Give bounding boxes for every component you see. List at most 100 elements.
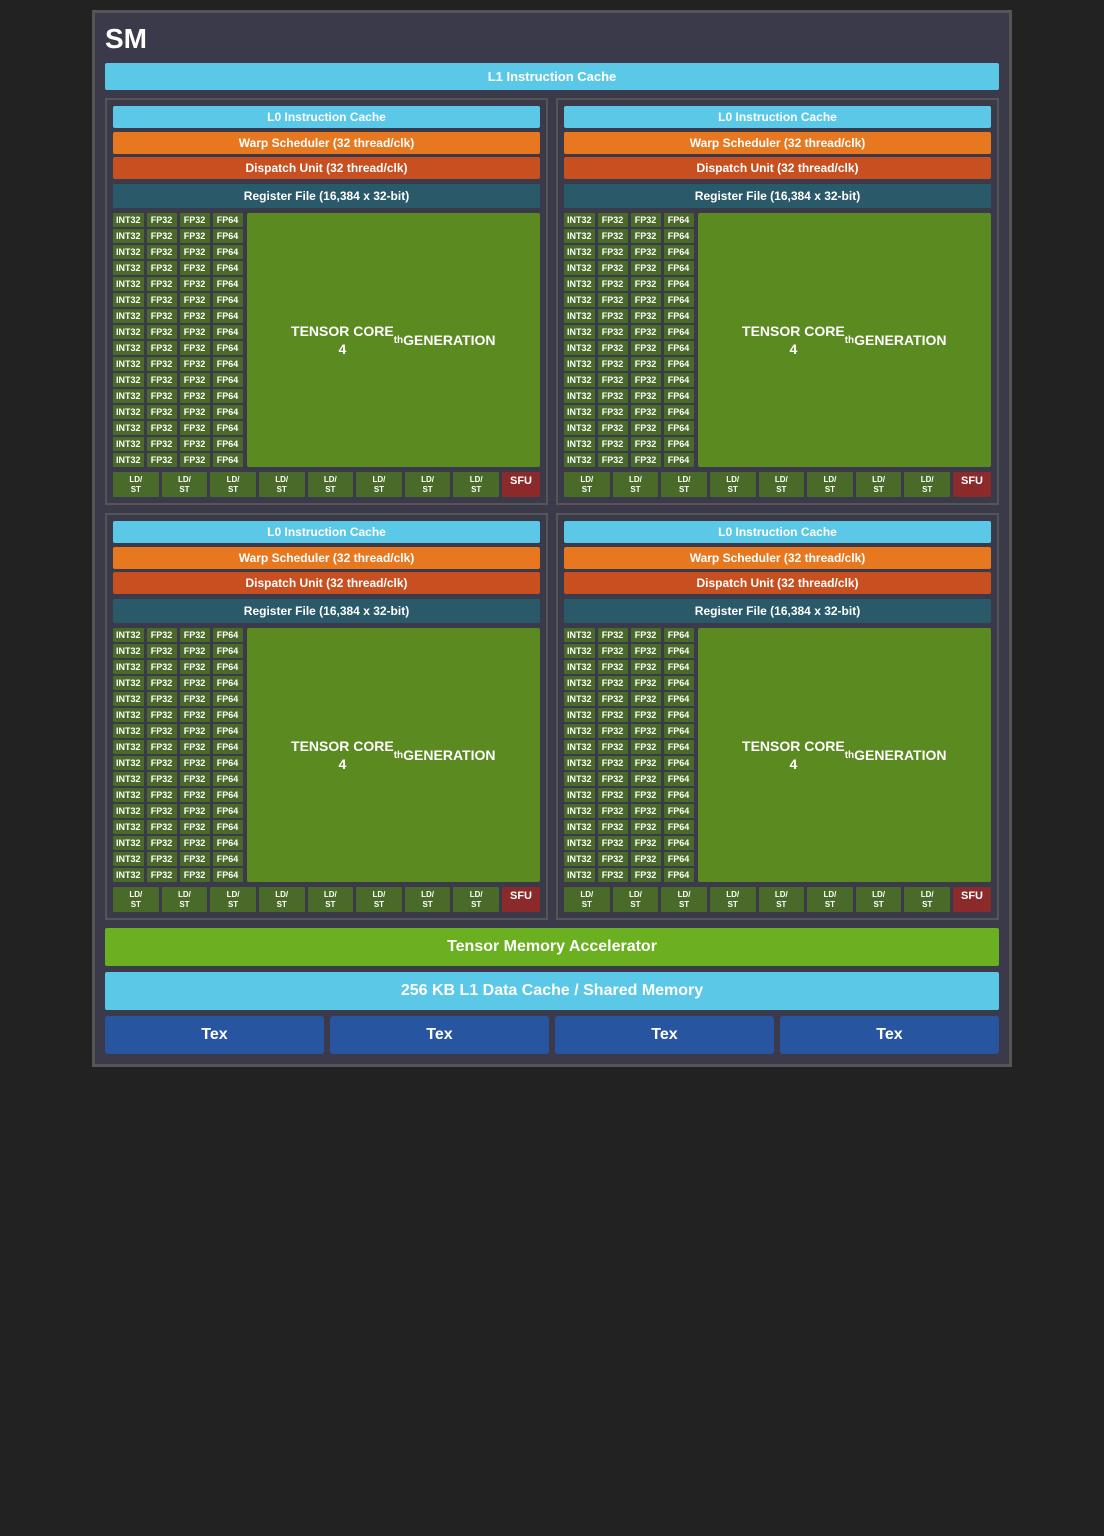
sm-title: SM xyxy=(105,23,999,55)
alu-cell: FP64 xyxy=(213,453,243,467)
alu-cell: FP32 xyxy=(147,261,177,275)
warp-scheduler-1: Warp Scheduler (32 thread/clk) xyxy=(113,132,540,154)
int32-col-1: INT32 INT32 INT32 INT32 INT32 INT32 INT32 INT32… xyxy=(113,213,144,467)
alu-cell: FP64 xyxy=(213,261,243,275)
dispatch-unit-1: Dispatch Unit (32 thread/clk) xyxy=(113,157,540,179)
alu-cell: FP32 xyxy=(147,389,177,403)
alu-cell: FP32 xyxy=(180,293,210,307)
alu-cell: FP32 xyxy=(180,389,210,403)
ldst-sfu-row-2: LD/ST LD/ST LD/ST LD/ST LD/ST LD/ST LD/S… xyxy=(564,472,991,497)
alu-cell: INT32 xyxy=(113,357,144,371)
fp32b-col-1: FP32 FP32 FP32 FP32 FP32 FP32 FP32 FP32 FP32 FP32… xyxy=(180,213,210,467)
sfu-cell-2: SFU xyxy=(953,472,991,497)
alu-cell: FP32 xyxy=(180,261,210,275)
tensor-core-2: TENSOR CORE4th GENERATION xyxy=(698,213,991,467)
dispatch-unit-2: Dispatch Unit (32 thread/clk) xyxy=(564,157,991,179)
ldst-cell: LD/ST xyxy=(405,472,451,497)
ldst-cell: LD/ST xyxy=(113,472,159,497)
sub-unit-2: L0 Instruction Cache Warp Scheduler (32 … xyxy=(556,98,999,505)
alu-cell: FP64 xyxy=(213,373,243,387)
alu-cell: FP64 xyxy=(213,341,243,355)
alu-cell: FP32 xyxy=(180,357,210,371)
alu-cell: FP32 xyxy=(147,325,177,339)
sub-unit-1: L0 Instruction Cache Warp Scheduler (32 … xyxy=(105,98,548,505)
alu-cell: FP32 xyxy=(180,277,210,291)
tex-cell-1: Tex xyxy=(105,1016,324,1054)
fp32a-col-1: FP32 FP32 FP32 FP32 FP32 FP32 FP32 FP32 FP32 FP32… xyxy=(147,213,177,467)
alu-cell: FP32 xyxy=(180,421,210,435)
alu-cell: FP32 xyxy=(180,405,210,419)
sm-container: SM L1 Instruction Cache L0 Instruction C… xyxy=(92,10,1012,1067)
l0-cache-3: L0 Instruction Cache xyxy=(113,521,540,543)
alu-cell: FP64 xyxy=(213,357,243,371)
alu-cell: FP32 xyxy=(180,437,210,451)
alu-cell: INT32 xyxy=(113,453,144,467)
alu-cell: FP32 xyxy=(147,245,177,259)
alu-cell: INT32 xyxy=(113,245,144,259)
alu-cell: FP64 xyxy=(213,213,243,227)
warp-scheduler-3: Warp Scheduler (32 thread/clk) xyxy=(113,547,540,569)
ldst-cell: LD/ST xyxy=(308,472,354,497)
alu-tensor-3: INT32INT32INT32INT32INT32INT32INT32INT32… xyxy=(113,628,540,882)
alu-cell: FP32 xyxy=(180,309,210,323)
alu-columns-3: INT32INT32INT32INT32INT32INT32INT32INT32… xyxy=(113,628,243,882)
alu-cell: FP64 xyxy=(213,437,243,451)
int32-col-2: INT32INT32INT32INT32INT32INT32INT32INT32… xyxy=(564,213,595,467)
fp64-col-1: FP64 FP64 FP64 FP64 FP64 FP64 FP64 FP64 FP64 FP64… xyxy=(213,213,243,467)
alu-cell: INT32 xyxy=(113,229,144,243)
warp-scheduler-2: Warp Scheduler (32 thread/clk) xyxy=(564,132,991,154)
alu-cell: FP32 xyxy=(180,245,210,259)
alu-cell: FP64 xyxy=(213,293,243,307)
quad-grid: L0 Instruction Cache Warp Scheduler (32 … xyxy=(105,98,999,920)
alu-cell: INT32 xyxy=(113,421,144,435)
l0-cache-4: L0 Instruction Cache xyxy=(564,521,991,543)
alu-cell: INT32 xyxy=(113,213,144,227)
alu-cell: FP64 xyxy=(213,245,243,259)
ldst-sfu-row-3: LD/ST LD/ST LD/ST LD/ST LD/ST LD/ST LD/S… xyxy=(113,887,540,912)
alu-cell: INT32 xyxy=(113,277,144,291)
alu-cell: FP32 xyxy=(147,437,177,451)
alu-cell: FP32 xyxy=(180,341,210,355)
tex-cell-2: Tex xyxy=(330,1016,549,1054)
ldst-cell: LD/ST xyxy=(162,472,208,497)
alu-columns-1: INT32 INT32 INT32 INT32 INT32 INT32 INT32 INT32… xyxy=(113,213,243,467)
register-file-4: Register File (16,384 x 32-bit) xyxy=(564,599,991,623)
dispatch-unit-3: Dispatch Unit (32 thread/clk) xyxy=(113,572,540,594)
ldst-cell: LD/ST xyxy=(453,472,499,497)
l1-instruction-cache: L1 Instruction Cache xyxy=(105,63,999,90)
alu-tensor-2: INT32INT32INT32INT32INT32INT32INT32INT32… xyxy=(564,213,991,467)
alu-cell: FP32 xyxy=(180,373,210,387)
alu-cell: INT32 xyxy=(113,437,144,451)
alu-cell: FP64 xyxy=(213,325,243,339)
alu-columns-2: INT32INT32INT32INT32INT32INT32INT32INT32… xyxy=(564,213,694,467)
alu-cell: FP32 xyxy=(147,341,177,355)
l0-cache-1: L0 Instruction Cache xyxy=(113,106,540,128)
tex-cell-3: Tex xyxy=(555,1016,774,1054)
alu-cell: INT32 xyxy=(113,373,144,387)
alu-tensor-4: INT32INT32INT32INT32INT32INT32INT32INT32… xyxy=(564,628,991,882)
register-file-1: Register File (16,384 x 32-bit) xyxy=(113,184,540,208)
alu-cell: FP32 xyxy=(180,325,210,339)
alu-cell: FP64 xyxy=(213,405,243,419)
alu-cell: FP64 xyxy=(213,309,243,323)
warp-scheduler-4: Warp Scheduler (32 thread/clk) xyxy=(564,547,991,569)
alu-cell: FP32 xyxy=(147,373,177,387)
alu-cell: FP64 xyxy=(213,277,243,291)
alu-cell: INT32 xyxy=(113,325,144,339)
ldst-sfu-row-1: LD/ST LD/ST LD/ST LD/ST LD/ST LD/ST LD/S… xyxy=(113,472,540,497)
tex-row: Tex Tex Tex Tex xyxy=(105,1016,999,1054)
alu-cell: FP64 xyxy=(213,229,243,243)
tensor-core-3: TENSOR CORE4th GENERATION xyxy=(247,628,540,882)
l1-data-cache: 256 KB L1 Data Cache / Shared Memory xyxy=(105,972,999,1010)
register-file-3: Register File (16,384 x 32-bit) xyxy=(113,599,540,623)
alu-cell: FP32 xyxy=(147,357,177,371)
tensor-core-1: TENSOR CORE4th GENERATION xyxy=(247,213,540,467)
ldst-sfu-row-4: LD/ST LD/ST LD/ST LD/ST LD/ST LD/ST LD/S… xyxy=(564,887,991,912)
ldst-cell: LD/ST xyxy=(259,472,305,497)
alu-cell: FP32 xyxy=(147,453,177,467)
alu-columns-4: INT32INT32INT32INT32INT32INT32INT32INT32… xyxy=(564,628,694,882)
alu-cell: FP32 xyxy=(147,277,177,291)
tex-cell-4: Tex xyxy=(780,1016,999,1054)
tensor-memory-accelerator: Tensor Memory Accelerator xyxy=(105,928,999,966)
dispatch-unit-4: Dispatch Unit (32 thread/clk) xyxy=(564,572,991,594)
